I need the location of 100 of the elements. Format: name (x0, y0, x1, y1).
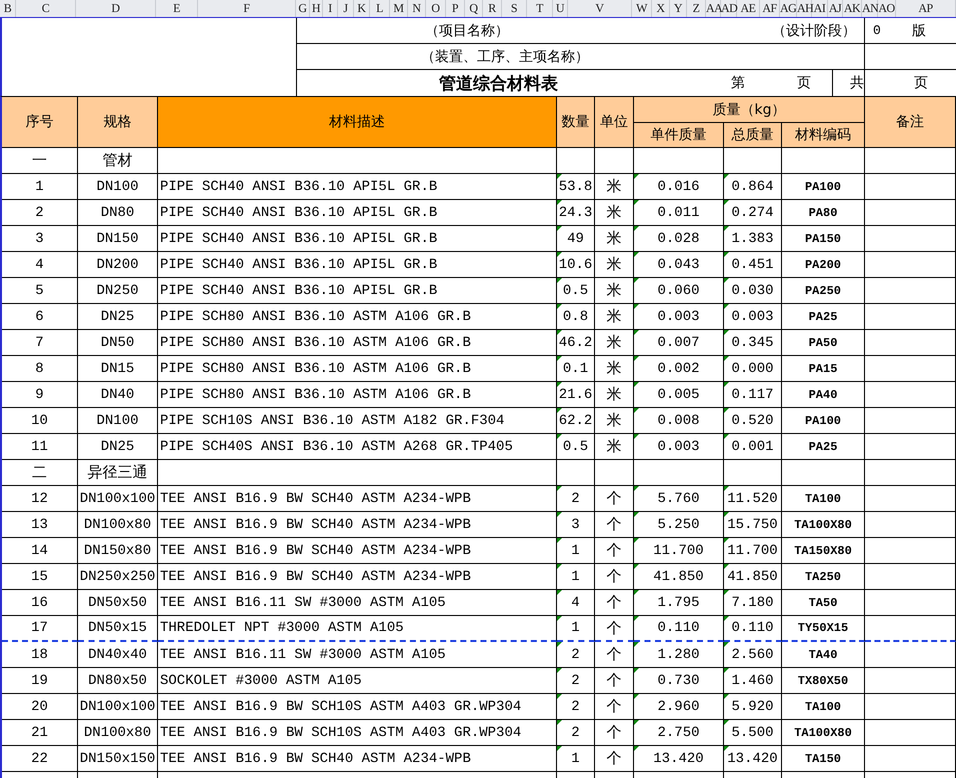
column-letter[interactable]: R (483, 0, 502, 17)
table-cell: 0.1 (557, 356, 595, 382)
column-letter[interactable]: AI (812, 0, 828, 17)
project-name-text: （项目名称） (425, 22, 509, 40)
table-cell: PIPE SCH40 ANSI B36.10 API5L GR.B (158, 252, 557, 278)
column-letter[interactable]: S (502, 0, 527, 17)
page-label: 页 (797, 74, 811, 92)
column-letter[interactable]: Y (670, 0, 687, 17)
column-letter[interactable]: Q (465, 0, 483, 17)
column-letter[interactable]: I (323, 0, 338, 17)
column-letter[interactable]: N (408, 0, 426, 17)
column-letter[interactable]: AF (760, 0, 780, 17)
column-letter[interactable]: F (198, 0, 296, 17)
column-letter[interactable]: AA (706, 0, 721, 17)
column-letter[interactable]: P (446, 0, 465, 17)
table-cell: 2.560 (724, 642, 782, 668)
table-cell: DN80x50 (78, 668, 158, 694)
column-header[interactable]: 数量 (557, 97, 595, 148)
table-cell: 13 (2, 512, 78, 538)
column-header[interactable]: 备注 (865, 97, 956, 148)
table-cell: PA250 (782, 278, 865, 304)
table-cell: 5.760 (634, 486, 724, 512)
table-cell: DN150x80 (78, 538, 158, 564)
table-cell: PIPE SCH40 ANSI B36.10 API5L GR.B (158, 278, 557, 304)
column-letter[interactable]: L (370, 0, 390, 17)
table-cell: 11.700 (634, 538, 724, 564)
table-cell: PIPE SCH80 ANSI B36.10 ASTM A106 GR.B (158, 330, 557, 356)
table-cell: 11.520 (724, 486, 782, 512)
column-letter[interactable]: AH (797, 0, 812, 17)
table-cell: TA100 (782, 694, 865, 720)
table-cell: 19 (2, 668, 78, 694)
column-letter[interactable]: E (156, 0, 198, 17)
table-cell: 15.750 (724, 512, 782, 538)
column-letter[interactable]: AG (780, 0, 797, 17)
column-letter[interactable]: AD (721, 0, 737, 17)
table-cell: DN200 (78, 252, 158, 278)
table-cell: PA40 (782, 382, 865, 408)
column-letter[interactable]: C (16, 0, 76, 17)
table-cell: 米 (595, 330, 634, 356)
column-letter[interactable]: X (652, 0, 670, 17)
table-cell: 2 (557, 486, 595, 512)
table-cell: PA100 (782, 174, 865, 200)
table-cell: PA150 (782, 226, 865, 252)
column-letter[interactable]: H (310, 0, 323, 17)
table-cell: 0.016 (634, 174, 724, 200)
table-cell: DN50x15 (78, 616, 158, 642)
table-cell: DN80 (78, 200, 158, 226)
table-cell: 米 (595, 278, 634, 304)
table-cell: 0.060 (634, 278, 724, 304)
column-header[interactable]: 单位 (595, 97, 634, 148)
column-header[interactable]: 材料描述 (158, 97, 557, 148)
column-letter[interactable]: AK (843, 0, 862, 17)
column-header[interactable]: 质量（kg） (634, 97, 865, 123)
table-cell: 个 (595, 486, 634, 512)
table-cell: 5.500 (724, 720, 782, 746)
table-cell: THREDOLET NPT #3000 ASTM A105 (158, 616, 557, 642)
column-header[interactable]: 总质量 (724, 123, 782, 148)
table-cell: PIPE SCH80 ANSI B36.10 ASTM A106 GR.B (158, 382, 557, 408)
table-cell: 0.110 (634, 616, 724, 642)
table-cell: 2.750 (634, 720, 724, 746)
table-cell: 2 (557, 720, 595, 746)
table-cell: 0.003 (634, 434, 724, 460)
column-letter[interactable]: B (0, 0, 16, 17)
column-header[interactable]: 序号 (2, 97, 78, 148)
column-letter[interactable]: J (338, 0, 354, 17)
table-cell: 46.2 (557, 330, 595, 356)
table-cell: 16 (2, 590, 78, 616)
column-letter[interactable]: Z (687, 0, 706, 17)
table-cell: 2 (557, 694, 595, 720)
table-cell: 个 (595, 668, 634, 694)
table-cell: TA40 (782, 642, 865, 668)
column-header[interactable]: 单件质量 (634, 123, 724, 148)
column-letter[interactable]: G (296, 0, 310, 17)
table-cell: DN15 (78, 356, 158, 382)
column-letter[interactable]: U (553, 0, 568, 17)
column-letter[interactable]: D (76, 0, 156, 17)
table-cell: TEE ANSI B16.9 BW SCH40 ASTM A234-WPB (158, 746, 557, 772)
column-letter[interactable]: AE (737, 0, 760, 17)
column-letter[interactable]: W (632, 0, 652, 17)
column-letter[interactable]: V (568, 0, 632, 17)
table-cell: 0.110 (724, 616, 782, 642)
total-pages-label: 共 (850, 74, 864, 92)
column-letter[interactable]: AJ (828, 0, 843, 17)
table-cell: TA150X80 (782, 538, 865, 564)
table-cell: 7 (2, 330, 78, 356)
column-letter[interactable]: AO (878, 0, 896, 17)
column-letter[interactable]: O (426, 0, 446, 17)
table-cell: PIPE SCH80 ANSI B36.10 ASTM A106 GR.B (158, 304, 557, 330)
table-cell: 米 (595, 382, 634, 408)
table-cell: 1 (557, 746, 595, 772)
table-cell: 米 (595, 434, 634, 460)
column-letter[interactable]: T (527, 0, 553, 17)
column-letter[interactable]: AN (862, 0, 878, 17)
table-cell: TA250 (782, 564, 865, 590)
column-header[interactable]: 材料编码 (782, 123, 865, 148)
column-letter[interactable]: AP (896, 0, 956, 17)
column-letter[interactable]: M (390, 0, 408, 17)
table-cell: 2 (2, 200, 78, 226)
column-header[interactable]: 规格 (78, 97, 158, 148)
column-letter[interactable]: K (354, 0, 370, 17)
